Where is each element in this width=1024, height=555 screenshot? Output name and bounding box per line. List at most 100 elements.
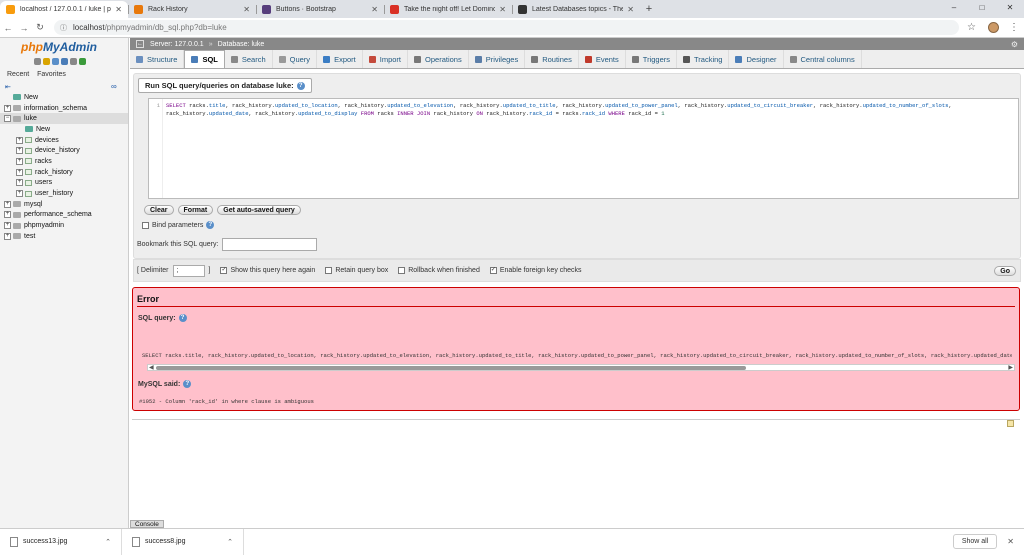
gear-icon[interactable]: ⚙ [1011, 40, 1018, 49]
format-button[interactable]: Format [177, 205, 214, 215]
chevron-up-icon[interactable]: ⌃ [105, 538, 111, 546]
download-item[interactable]: success8.jpg ⌃ [122, 528, 244, 555]
tab-designer[interactable]: Designer [729, 50, 784, 68]
tree-item[interactable]: + test [0, 231, 128, 242]
get-auto-saved-button[interactable]: Get auto-saved query [217, 205, 301, 215]
phpmyadmin-logo[interactable]: phpMyAdmin [21, 40, 97, 54]
logout-icon[interactable] [43, 58, 50, 65]
close-icon[interactable]: ✕ [1007, 537, 1014, 546]
tab-structure[interactable]: Structure [130, 50, 185, 68]
help-icon[interactable]: ? [183, 380, 192, 388]
link-with-main-icon[interactable]: ∞ [111, 82, 117, 91]
help-icon[interactable] [52, 58, 59, 65]
tree-item-label[interactable]: devices [35, 137, 59, 144]
scroll-left-icon[interactable]: ◀ [149, 364, 154, 371]
expand-icon[interactable]: + [4, 104, 11, 112]
tab-triggers[interactable]: Triggers [626, 50, 677, 68]
close-tab-icon[interactable]: ✕ [371, 5, 378, 14]
favorites-tab[interactable]: Favorites [37, 71, 66, 78]
tree-item-label[interactable]: user_history [35, 190, 73, 197]
tree-item[interactable]: + rack_history [0, 167, 128, 178]
close-tab-icon[interactable]: ✕ [115, 5, 122, 14]
collapse-all-icon[interactable]: ⇤ [5, 83, 11, 91]
tree-item-label[interactable]: performance_schema [24, 211, 92, 218]
browser-menu-icon[interactable]: ⋮ [1009, 22, 1019, 33]
url-input[interactable]: ⓘ localhost/phpmyadmin/db_sql.php?db=luk… [54, 20, 959, 35]
browser-tab[interactable]: Buttons · Bootstrap ✕ [256, 1, 384, 18]
help-icon[interactable]: ? [178, 314, 187, 322]
expand-icon[interactable]: + [4, 222, 11, 230]
forward-icon[interactable]: → [16, 23, 32, 33]
tree-item[interactable]: − luke [0, 113, 128, 125]
show-all-button[interactable]: Show all [952, 534, 998, 549]
tree-item[interactable]: + devices [0, 135, 128, 146]
delimiter-input[interactable]: ; [172, 264, 205, 277]
tab-export[interactable]: Export [317, 50, 363, 68]
expand-icon[interactable]: + [16, 157, 23, 165]
tab-central-columns[interactable]: Central columns [784, 50, 862, 68]
settings-icon[interactable] [70, 58, 77, 65]
show-query-checkbox[interactable]: ✓ [220, 267, 228, 274]
breadcrumb-server[interactable]: Server: 127.0.0.1 [150, 41, 204, 48]
sql-editor[interactable]: 1 SELECT racks.title, rack_history.updat… [148, 98, 1019, 199]
tree-item-label[interactable]: New [36, 126, 50, 133]
bookmark-star-icon[interactable]: ☆ [967, 22, 976, 33]
tab-sql[interactable]: SQL [184, 50, 225, 68]
foreign-key-checkbox[interactable]: ✓ [489, 267, 497, 274]
tree-item-label[interactable]: rack_history [35, 169, 73, 176]
expand-icon[interactable]: + [16, 147, 23, 155]
tab-query[interactable]: Query [273, 50, 318, 68]
browser-tab[interactable]: localhost / 127.0.0.1 / luke | php ✕ [0, 1, 128, 18]
collapse-nav-icon[interactable]: ← [136, 40, 144, 48]
go-button[interactable]: Go [994, 265, 1016, 276]
minimize-icon[interactable]: – [940, 0, 968, 16]
home-icon[interactable] [34, 58, 41, 65]
tab-search[interactable]: Search [225, 50, 273, 68]
tree-item-label[interactable]: information_schema [24, 105, 87, 112]
tree-item[interactable]: + information_schema [0, 103, 128, 114]
tree-item-label[interactable]: New [24, 94, 38, 101]
close-tab-icon[interactable]: ✕ [499, 5, 506, 14]
tree-item[interactable]: + device_history [0, 145, 128, 156]
browser-tab[interactable]: Latest Databases topics - The Sit✕ [512, 1, 640, 18]
tree-item-label[interactable]: racks [35, 158, 52, 165]
tree-item-label[interactable]: mysql [24, 201, 42, 208]
tree-item-label[interactable]: test [24, 233, 35, 240]
expand-icon[interactable]: + [16, 136, 23, 144]
scroll-right-icon[interactable]: ▶ [1008, 364, 1013, 371]
page-settings-icon[interactable] [1007, 420, 1014, 427]
expand-icon[interactable]: + [16, 168, 23, 176]
profile-avatar[interactable] [987, 22, 999, 33]
expand-icon[interactable]: + [16, 190, 23, 198]
tree-item[interactable]: + performance_schema [0, 210, 128, 221]
reload-icon[interactable]: ↻ [32, 22, 48, 33]
tab-operations[interactable]: Operations [408, 50, 469, 68]
close-tab-icon[interactable]: ✕ [243, 5, 250, 14]
new-tab-icon[interactable]: + [640, 1, 658, 18]
browser-tab[interactable]: Take the night off! Let Domino's ✕ [384, 1, 512, 18]
tree-item[interactable]: + mysql [0, 199, 128, 210]
clear-button[interactable]: Clear [144, 205, 174, 215]
bind-parameters-checkbox[interactable] [142, 221, 149, 229]
tab-events[interactable]: Events [579, 50, 626, 68]
chevron-up-icon[interactable]: ⌃ [227, 538, 233, 546]
tab-tracking[interactable]: Tracking [677, 50, 730, 68]
tree-item-label[interactable]: device_history [35, 147, 80, 154]
help-icon[interactable]: ? [296, 82, 305, 91]
expand-icon[interactable]: + [16, 179, 23, 187]
rollback-checkbox[interactable] [398, 267, 406, 274]
expand-icon[interactable]: + [4, 232, 11, 240]
maximize-icon[interactable]: □ [968, 0, 996, 16]
close-window-icon[interactable]: ✕ [996, 0, 1024, 16]
tab-privileges[interactable]: Privileges [469, 50, 526, 68]
breadcrumb-database[interactable]: Database: luke [218, 41, 265, 48]
browser-tab[interactable]: Rack History ✕ [128, 1, 256, 18]
tree-item-label[interactable]: luke [24, 115, 37, 122]
info-icon[interactable]: ⓘ [60, 23, 67, 33]
expand-icon[interactable]: + [4, 200, 11, 208]
docs-icon[interactable] [61, 58, 68, 65]
tree-item-label[interactable]: users [35, 179, 52, 186]
bookmark-input[interactable] [222, 238, 318, 251]
recent-tab[interactable]: Recent [7, 71, 29, 78]
collapse-icon[interactable]: − [4, 115, 11, 123]
